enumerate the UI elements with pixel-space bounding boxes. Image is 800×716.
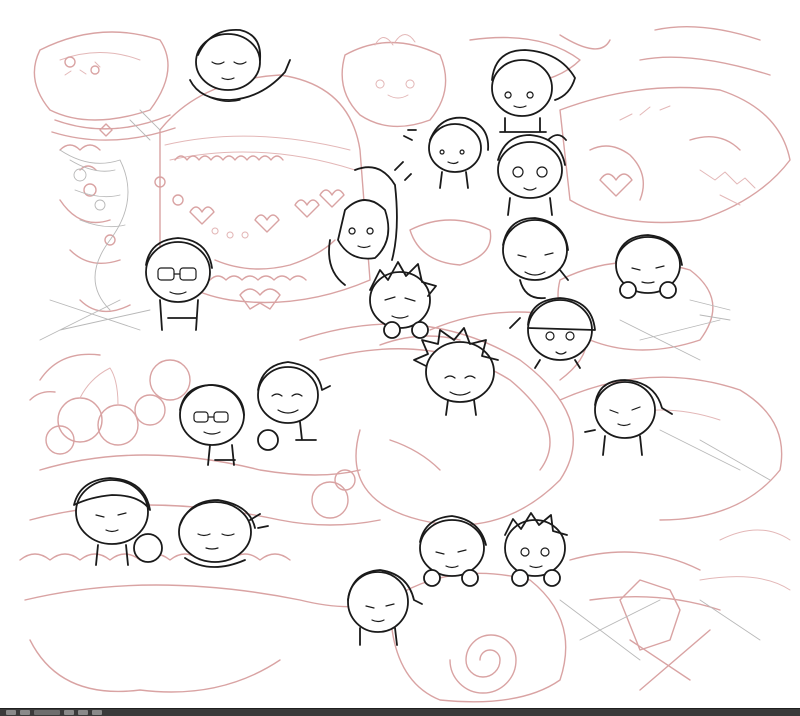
chibi-character-spiky-hoodie bbox=[413, 327, 499, 416]
sketch-artwork bbox=[19, 25, 791, 703]
chibi-character-glasses-left bbox=[145, 237, 213, 331]
chibi-character-bottom-single bbox=[347, 569, 423, 646]
taskbar bbox=[0, 708, 800, 716]
chibi-character-bottom-pair-left bbox=[419, 515, 487, 587]
chibi-character-glasses-mid bbox=[179, 384, 245, 466]
chibi-character-right-low bbox=[584, 379, 673, 456]
chibi-character-laughing bbox=[257, 361, 331, 451]
chibi-character-top bbox=[189, 29, 291, 102]
chibi-character-spiky-center bbox=[369, 261, 437, 339]
app-icon[interactable] bbox=[20, 710, 30, 715]
chibi-character-right-mid bbox=[615, 234, 683, 299]
tool-icon[interactable] bbox=[92, 710, 102, 715]
drawing-canvas[interactable] bbox=[0, 0, 800, 708]
chibi-character-bottom-pair-right bbox=[504, 512, 568, 587]
chibi-character-curly-top-right bbox=[491, 49, 576, 133]
chibi-character-hat-lower-left bbox=[73, 477, 163, 566]
tool-icon[interactable] bbox=[64, 710, 74, 715]
grey-guide-layer bbox=[39, 109, 771, 661]
tool-icon[interactable] bbox=[78, 710, 88, 715]
app-icon[interactable] bbox=[6, 710, 16, 715]
app-icon[interactable] bbox=[34, 710, 60, 715]
chibi-character-pigtail bbox=[403, 116, 489, 189]
ink-characters-layer bbox=[73, 29, 683, 646]
chibi-character-longhair-center bbox=[328, 161, 412, 286]
chibi-character-bunny-ears bbox=[497, 134, 567, 216]
